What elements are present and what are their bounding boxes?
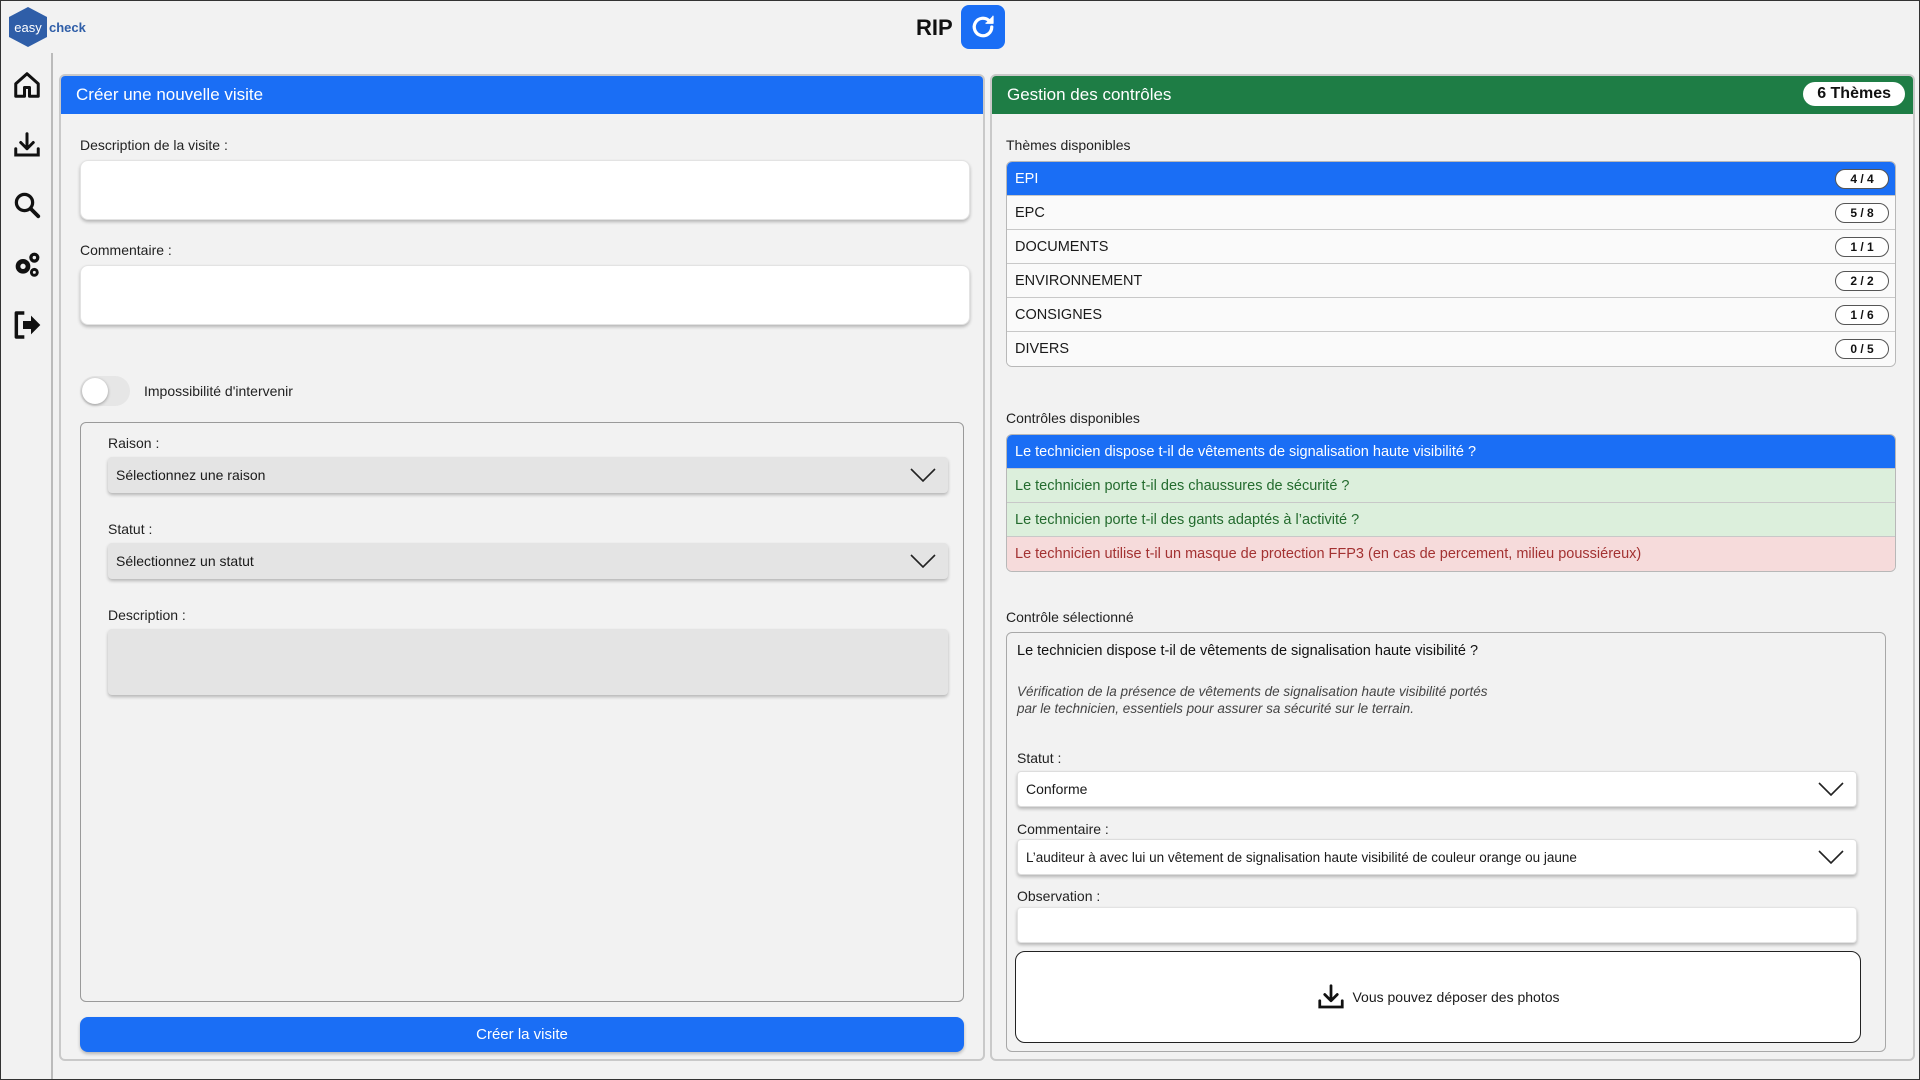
- visit-comment-input[interactable]: [80, 265, 970, 325]
- impossibility-toggle[interactable]: [80, 376, 130, 406]
- selected-comment-value: L’auditeur à avec lui un vêtement de sig…: [1026, 849, 1577, 865]
- reason-label: Raison :: [108, 435, 160, 451]
- controls-header-title: Gestion des contrôles: [1007, 85, 1172, 104]
- theme-item[interactable]: DIVERS 0 / 5: [1007, 332, 1895, 366]
- themes-list: EPI 4 / 4 EPC 5 / 8 DOCUMENTS 1 / 1 ENVIRONNEM…: [1006, 161, 1896, 367]
- status-label: Statut :: [108, 521, 153, 537]
- theme-item[interactable]: CONSIGNES 1 / 6: [1007, 298, 1895, 332]
- impossibility-details: Raison : Sélectionnez une raison Statut …: [80, 422, 964, 1002]
- search-icon[interactable]: [11, 189, 43, 221]
- selected-comment-label: Commentaire :: [1017, 821, 1109, 837]
- logo-hexagon: easy: [9, 7, 47, 47]
- upload-icon: [1318, 984, 1345, 1009]
- sidebar: [1, 53, 53, 1079]
- toggle-knob: [82, 378, 108, 404]
- create-visit-button[interactable]: Créer la visite: [80, 1017, 964, 1052]
- app-logo: easy check: [9, 7, 99, 47]
- chevron-down-icon: [910, 554, 936, 568]
- status-select[interactable]: Sélectionnez un statut: [108, 543, 948, 579]
- controls-panel: Gestion des contrôles 6 Thèmes Thèmes di…: [990, 74, 1915, 1061]
- refresh-icon: [972, 15, 994, 38]
- home-icon[interactable]: [11, 69, 43, 101]
- visit-description-label: Description de la visite :: [80, 137, 228, 153]
- drop-zone-text: Vous pouvez déposer des photos: [1352, 989, 1560, 1005]
- chevron-down-icon: [910, 468, 936, 482]
- create-visit-header: Créer une nouvelle visite: [61, 76, 983, 114]
- selected-comment-select[interactable]: L’auditeur à avec lui un vêtement de sig…: [1017, 839, 1857, 875]
- selected-control-label: Contrôle sélectionné: [1006, 609, 1134, 625]
- selected-status-label: Statut :: [1017, 750, 1062, 766]
- settings-icon[interactable]: [11, 249, 43, 281]
- chevron-down-icon: [1818, 850, 1844, 864]
- theme-count-badge: 1 / 1: [1835, 237, 1889, 257]
- theme-name: DIVERS: [1015, 341, 1069, 357]
- app-title: RIP: [916, 15, 953, 40]
- theme-count-badge: 4 / 4: [1835, 169, 1889, 189]
- impossibility-label: Impossibilité d'intervenir: [144, 383, 293, 399]
- theme-name: ENVIRONNEMENT: [1015, 272, 1143, 289]
- observation-label: Observation :: [1017, 888, 1101, 904]
- control-item[interactable]: Le technicien utilise t-il un masque de …: [1007, 537, 1895, 571]
- theme-item[interactable]: EPI 4 / 4: [1007, 162, 1895, 196]
- theme-count-badge: 1 / 6: [1835, 305, 1889, 325]
- theme-item[interactable]: DOCUMENTS 1 / 1: [1007, 230, 1895, 264]
- theme-count-badge: 2 / 2: [1835, 271, 1889, 291]
- selected-status-select[interactable]: Conforme: [1017, 771, 1857, 807]
- control-text: Le technicien porte t-il des chaussures …: [1015, 477, 1350, 494]
- selected-status-value: Conforme: [1026, 781, 1088, 797]
- theme-item[interactable]: EPC 5 / 8: [1007, 196, 1895, 230]
- logo-word: check: [49, 19, 86, 35]
- control-text: Le technicien utilise t-il un masque de …: [1015, 546, 1642, 562]
- theme-name: EPI: [1015, 170, 1039, 187]
- selected-control-description: Vérification de la présence de vêtements…: [1017, 684, 1488, 716]
- control-text: Le technicien dispose t-il de vêtements …: [1015, 443, 1477, 460]
- chevron-down-icon: [1818, 782, 1844, 796]
- controls-label: Contrôles disponibles: [1006, 410, 1140, 426]
- selected-control-title: Le technicien dispose t-il de vêtements …: [1017, 643, 1479, 659]
- reason-select-value: Sélectionnez une raison: [116, 467, 266, 483]
- status-select-value: Sélectionnez un statut: [116, 553, 254, 569]
- visit-description-input[interactable]: [80, 160, 970, 220]
- theme-count-badge: 5 / 8: [1835, 203, 1889, 223]
- control-item[interactable]: Le technicien porte t-il des chaussures …: [1007, 469, 1895, 503]
- control-text: Le technicien porte t-il des gants adapt…: [1015, 511, 1360, 528]
- theme-name: DOCUMENTS: [1015, 238, 1109, 255]
- logout-icon[interactable]: [11, 309, 43, 341]
- controls-header: Gestion des contrôles 6 Thèmes: [992, 76, 1913, 114]
- control-item[interactable]: Le technicien dispose t-il de vêtements …: [1007, 435, 1895, 469]
- create-visit-panel: Créer une nouvelle visite Description de…: [59, 74, 985, 1061]
- description-textarea[interactable]: [108, 629, 948, 695]
- description-label: Description :: [108, 607, 186, 623]
- themes-count-badge: 6 Thèmes: [1803, 82, 1905, 106]
- theme-name: EPC: [1015, 204, 1045, 221]
- controls-list: Le technicien dispose t-il de vêtements …: [1006, 434, 1896, 572]
- refresh-button[interactable]: [961, 5, 1005, 49]
- observation-input[interactable]: [1017, 907, 1857, 943]
- photo-drop-zone[interactable]: Vous pouvez déposer des photos: [1015, 951, 1861, 1043]
- control-item[interactable]: Le technicien porte t-il des gants adapt…: [1007, 503, 1895, 537]
- visit-comment-label: Commentaire :: [80, 242, 172, 258]
- theme-name: CONSIGNES: [1015, 306, 1103, 323]
- selected-control-box: Le technicien dispose t-il de vêtements …: [1006, 632, 1886, 1052]
- reason-select[interactable]: Sélectionnez une raison: [108, 457, 948, 493]
- themes-label: Thèmes disponibles: [1006, 137, 1131, 153]
- download-icon[interactable]: [11, 129, 43, 161]
- theme-count-badge: 0 / 5: [1835, 339, 1889, 359]
- theme-item[interactable]: ENVIRONNEMENT 2 / 2: [1007, 264, 1895, 298]
